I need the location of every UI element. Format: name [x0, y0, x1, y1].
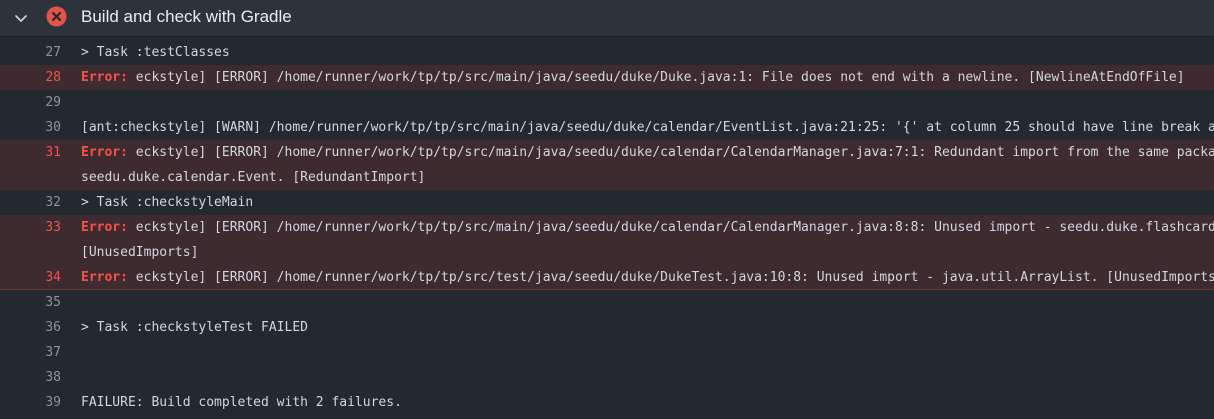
log-text: > Task :checkstyleTest FAILED	[81, 315, 308, 340]
log-text: > Task :testClasses	[81, 40, 230, 65]
line-number[interactable]: 39	[0, 390, 61, 415]
log-message: > Task :checkstyleTest FAILED	[81, 320, 308, 335]
log-message: FAILURE: Build completed with 2 failures…	[81, 395, 402, 410]
log-text: [ant:checkstyle] [WARN] /home/runner/wor…	[81, 115, 1214, 140]
log-line[interactable]: 36 > Task :checkstyleTest FAILED	[0, 315, 1214, 340]
chevron-down-icon[interactable]	[13, 10, 29, 26]
log-text: > Task :checkstyleMain	[81, 190, 253, 215]
line-number[interactable]: 34	[0, 265, 61, 289]
log-line[interactable]: 31 Error: eckstyle] [ERROR] /home/runner/…	[0, 140, 1214, 165]
log-text: Error: eckstyle] [ERROR] /home/runner/wo…	[81, 215, 1214, 240]
log-line[interactable]: 33 Error: eckstyle] [ERROR] /home/runner/…	[0, 215, 1214, 240]
line-number[interactable]: 31	[0, 140, 61, 165]
line-number[interactable]: 38	[0, 365, 61, 390]
log-message: [ant:checkstyle] [WARN] /home/runner/wor…	[81, 120, 1214, 135]
log-line[interactable]: 37	[0, 340, 1214, 365]
step-title: Build and check with Gradle	[81, 7, 292, 26]
log-message: eckstyle] [ERROR] /home/runner/work/tp/t…	[127, 145, 1214, 160]
line-number[interactable]: 27	[0, 40, 61, 65]
log-message: > Task :checkstyleMain	[81, 195, 254, 210]
line-number[interactable]: 30	[0, 115, 61, 140]
log-line[interactable]: 30 [ant:checkstyle] [WARN] /home/runner/w…	[0, 115, 1214, 140]
line-number[interactable]: 35	[0, 290, 61, 315]
log-message: [UnusedImports]	[81, 245, 199, 260]
log-message: > Task :testClasses	[81, 45, 230, 60]
error-label: Error:	[81, 145, 128, 160]
error-label: Error:	[81, 70, 128, 85]
line-number[interactable]: 37	[0, 340, 61, 365]
log-output: 27 > Task :testClasses 28 Error: eckstyle] …	[0, 40, 1214, 419]
log-line[interactable]: 29	[0, 90, 1214, 115]
log-message: eckstyle] [ERROR] /home/runner/work/tp/t…	[127, 70, 1185, 85]
log-message: seedu.duke.calendar.Event. [RedundantImp…	[81, 170, 426, 185]
line-number[interactable]: 28	[0, 65, 61, 90]
log-text: Error: eckstyle] [ERROR] /home/runner/wo…	[81, 140, 1214, 165]
log-line[interactable]: 35	[0, 290, 1214, 315]
log-line[interactable]: seedu.duke.calendar.Event. [RedundantImp…	[0, 165, 1214, 190]
log-line[interactable]: 34 Error: eckstyle] [ERROR] /home/runner/…	[0, 265, 1214, 290]
line-number[interactable]: 29	[0, 90, 61, 115]
log-line[interactable]: 27 > Task :testClasses	[0, 40, 1214, 65]
log-text: Error: eckstyle] [ERROR] /home/runner/wo…	[81, 265, 1214, 289]
step-header[interactable]: Build and check with Gradle	[0, 0, 1214, 37]
log-line[interactable]: 32 > Task :checkstyleMain	[0, 190, 1214, 215]
line-number[interactable]: 32	[0, 190, 61, 215]
log-text: Error: eckstyle] [ERROR] /home/runner/wo…	[81, 65, 1185, 90]
log-message: eckstyle] [ERROR] /home/runner/work/tp/t…	[127, 270, 1214, 285]
failed-status-icon	[46, 6, 67, 27]
error-label: Error:	[81, 270, 128, 285]
log-message: eckstyle] [ERROR] /home/runner/work/tp/t…	[127, 220, 1214, 235]
log-line[interactable]: [UnusedImports]	[0, 240, 1214, 265]
log-line[interactable]: 38	[0, 365, 1214, 390]
line-number[interactable]: 36	[0, 315, 61, 340]
log-line[interactable]: 39 FAILURE: Build completed with 2 failur…	[0, 390, 1214, 415]
log-line[interactable]: 28 Error: eckstyle] [ERROR] /home/runner/…	[0, 65, 1214, 90]
log-text: seedu.duke.calendar.Event. [RedundantImp…	[81, 165, 425, 190]
line-number[interactable]: 33	[0, 215, 61, 240]
log-text: [UnusedImports]	[81, 240, 198, 265]
log-text: FAILURE: Build completed with 2 failures…	[81, 390, 402, 415]
error-label: Error:	[81, 220, 128, 235]
